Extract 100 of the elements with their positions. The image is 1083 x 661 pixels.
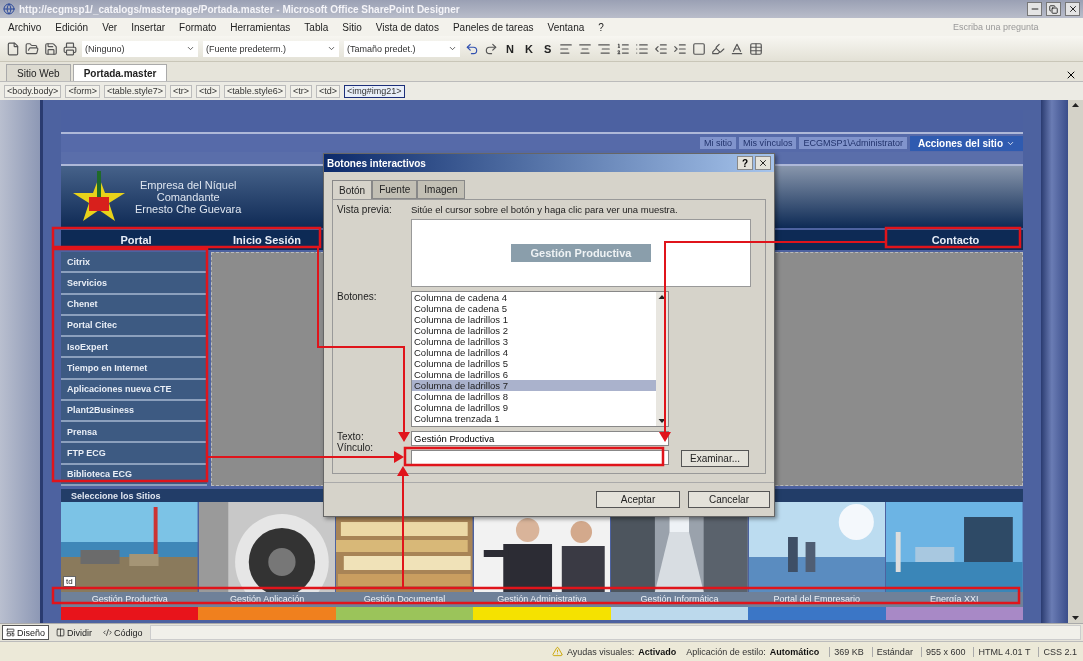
site-actions-button[interactable]: Acciones del sitio [909, 135, 1023, 151]
save-icon[interactable] [44, 41, 58, 56]
menu-item[interactable]: Vista de datos [375, 21, 439, 33]
list-item[interactable]: Columna de ladrillos 6 [412, 369, 656, 380]
redo-icon[interactable] [484, 41, 498, 56]
style-dropdown[interactable]: (Ninguno) [82, 40, 198, 57]
tag-crumb[interactable]: <tr> [169, 84, 192, 98]
site-link[interactable]: Gestión Productiva [61, 592, 199, 607]
list-item[interactable]: Columna de ladrillos 9 [412, 402, 656, 413]
site-link[interactable]: Gestión Informática [610, 592, 749, 607]
browse-button[interactable]: Examinar... [681, 450, 750, 467]
site-link[interactable]: Gestión Documental [335, 592, 474, 607]
table-icon[interactable] [749, 41, 764, 56]
dialog-tab[interactable]: Fuente [372, 180, 418, 199]
side-menu-link[interactable]: FTP ECG [61, 443, 207, 465]
document-tab[interactable]: Sitio Web [6, 64, 71, 81]
side-menu-link[interactable]: Tiempo en Internet [61, 358, 207, 380]
align-center-icon[interactable] [578, 41, 593, 56]
nav-link[interactable]: Contacto [888, 234, 1023, 246]
menu-item[interactable]: Edición [55, 21, 89, 33]
tag-crumb[interactable]: <table.style6> [224, 84, 287, 98]
close-icon[interactable] [1065, 69, 1077, 81]
menu-item[interactable]: Insertar [131, 21, 166, 33]
tag-crumb[interactable]: <td> [316, 84, 341, 98]
format-button[interactable]: S [540, 42, 555, 55]
site-link[interactable]: Portal del Empresario [748, 592, 886, 607]
align-left-icon[interactable] [559, 41, 574, 56]
close-button[interactable] [755, 156, 771, 170]
list-item[interactable]: Columna de ladrillos 4 [412, 347, 656, 358]
folder-icon[interactable] [25, 41, 39, 56]
help-button[interactable]: ? [737, 156, 753, 170]
align-right-icon[interactable] [597, 41, 612, 56]
highlighter-icon[interactable] [711, 41, 726, 56]
cancel-button[interactable]: Cancelar [688, 491, 770, 508]
font-size-dropdown[interactable]: (Tamaño predet.) [344, 40, 460, 57]
outdent-icon[interactable] [654, 41, 669, 56]
ok-button[interactable]: Aceptar [596, 491, 680, 508]
side-menu-link[interactable]: Chenet [61, 294, 207, 316]
tag-crumb[interactable]: <table.style7> [103, 84, 166, 98]
list-item[interactable]: Columna de ladrillos 1 [412, 314, 656, 325]
dialog-tab[interactable]: Botón [332, 180, 373, 199]
list-item[interactable]: Columna trenzada 1 [412, 413, 656, 424]
menu-item[interactable]: Formato [179, 21, 217, 33]
indent-icon[interactable] [673, 41, 688, 56]
list-item[interactable]: Columna de cadena 4 [412, 292, 656, 303]
site-link[interactable]: Gestión Aplicación [198, 592, 336, 607]
new-file-icon[interactable] [6, 41, 20, 56]
bullet-list-icon[interactable] [635, 41, 650, 56]
tag-crumb[interactable]: <tr> [290, 84, 313, 98]
print-icon[interactable] [63, 41, 77, 56]
tag-crumb[interactable]: <img#img21> [344, 84, 405, 98]
dialog-tab[interactable]: Imagen [417, 180, 465, 199]
site-link[interactable]: Gestión Administrativa [473, 592, 611, 607]
side-menu-link[interactable]: Portal Citec [61, 315, 207, 338]
font-color-icon[interactable] [730, 41, 745, 56]
view-tab[interactable]: Dividir [52, 625, 97, 640]
top-link[interactable]: Mi sitio [699, 137, 736, 149]
list-item[interactable]: Columna de ladrillos 5 [412, 358, 656, 369]
tag-crumb[interactable]: <form> [65, 84, 100, 98]
side-menu-link[interactable]: Servicios [61, 273, 207, 295]
question-field[interactable]: Escriba una pregunta [951, 19, 1075, 35]
font-dropdown[interactable]: (Fuente predeterm.) [203, 40, 339, 57]
format-button[interactable]: K [521, 42, 536, 55]
text-field[interactable]: Gestión Productiva [411, 431, 669, 446]
close-button[interactable] [1065, 2, 1080, 16]
view-tab[interactable]: Código [99, 625, 147, 640]
menu-item[interactable]: Paneles de tareas [452, 21, 534, 33]
horizontal-scrollbar[interactable] [149, 625, 1081, 640]
side-menu-link[interactable]: IsoExpert [61, 337, 207, 359]
list-item[interactable]: Columna de cadena 5 [412, 303, 656, 314]
numbered-list-icon[interactable] [616, 41, 631, 56]
side-menu-link[interactable]: Prensa [61, 422, 207, 444]
border-icon[interactable] [692, 41, 707, 56]
restore-button[interactable] [1046, 2, 1061, 16]
list-item[interactable]: Columna de ladrillos 7 [412, 380, 656, 391]
menu-item[interactable]: Ver [102, 21, 118, 33]
side-menu-link[interactable]: Plant2Business [61, 400, 207, 423]
menu-item[interactable]: ? [598, 21, 604, 33]
nav-link[interactable]: Inicio Sesión [211, 234, 323, 246]
view-tab[interactable]: Diseño [2, 625, 49, 640]
vertical-scrollbar[interactable] [1068, 100, 1083, 623]
side-menu-link[interactable]: Aplicaciones nueva CTE [61, 379, 207, 401]
side-menu-link[interactable]: Citrix [61, 252, 207, 274]
nav-link[interactable]: Portal [61, 234, 211, 246]
list-item[interactable]: Columna de ladrillos 8 [412, 391, 656, 402]
list-item[interactable]: Columna de ladrillos 3 [412, 336, 656, 347]
document-tab[interactable]: Portada.master [72, 64, 168, 81]
top-link[interactable]: Mis vínculos [738, 137, 797, 149]
list-item[interactable]: Columna de ladrillos 2 [412, 325, 656, 336]
minimize-button[interactable] [1027, 2, 1042, 16]
top-link[interactable]: ECGMSP1\Administrator [799, 137, 907, 149]
format-button[interactable]: N [503, 42, 517, 55]
menu-item[interactable]: Tabla [304, 21, 329, 33]
menu-item[interactable]: Herramientas [230, 21, 291, 33]
tag-crumb[interactable]: <body.body> [4, 84, 62, 98]
undo-icon[interactable] [465, 41, 479, 56]
menu-item[interactable]: Ventana [547, 21, 585, 33]
tag-crumb[interactable]: <td> [195, 84, 220, 98]
buttons-list[interactable] [411, 291, 669, 427]
site-link[interactable]: Energía XXI [885, 592, 1023, 607]
